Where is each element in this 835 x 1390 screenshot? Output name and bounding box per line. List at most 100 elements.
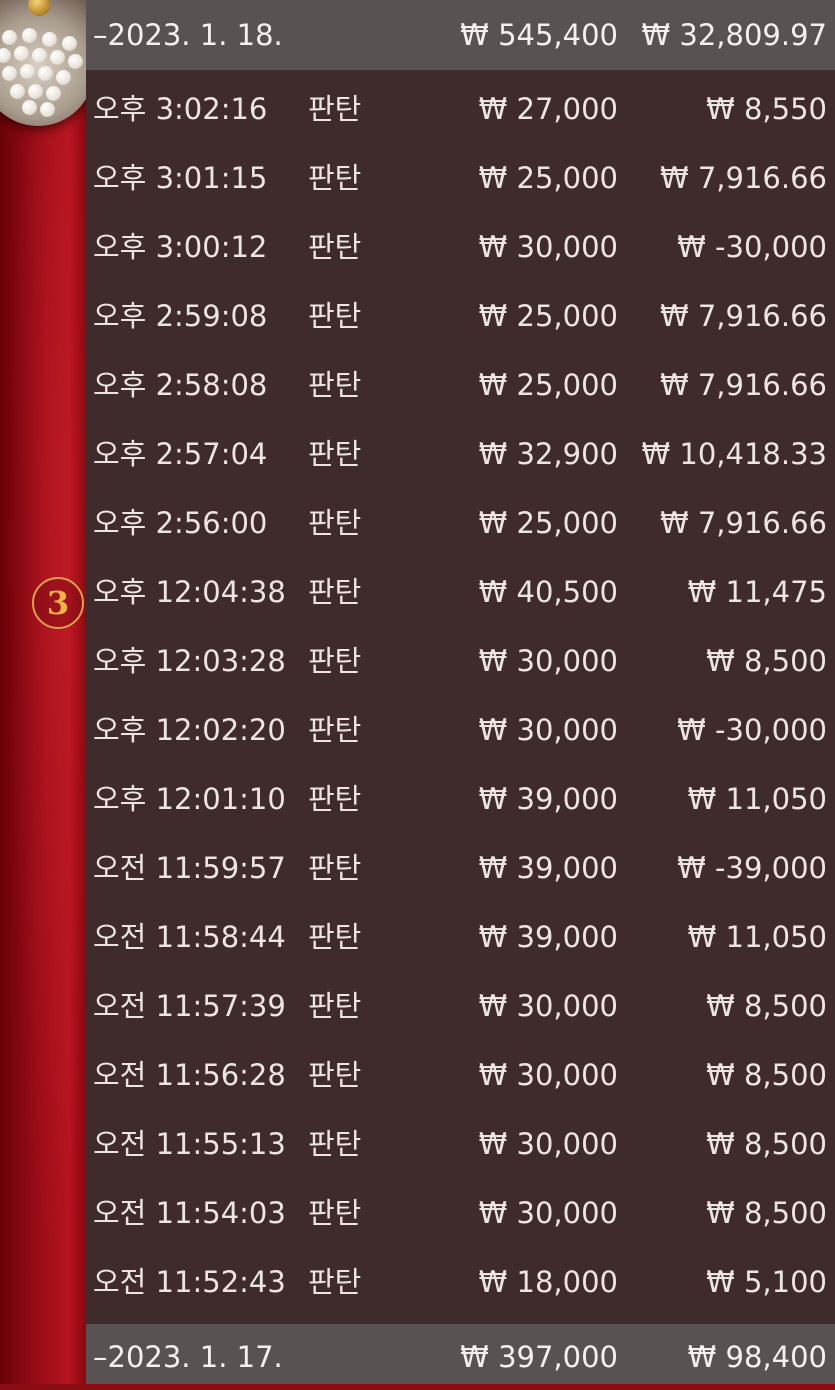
group-total-result: ₩ 32,809.97 [641, 18, 827, 52]
number-badge: 3 [32, 577, 84, 629]
row-type: 판탄 [308, 713, 362, 747]
transaction-row[interactable]: 오전 11:57:39 판탄 ₩ 30,000 ₩ 8,500 [86, 972, 835, 1041]
row-result: ₩ -30,000 [677, 230, 827, 264]
row-time: 오후 3:02:16 [93, 92, 268, 126]
transaction-row[interactable]: 오후 2:58:08 판탄 ₩ 25,000 ₩ 7,916.66 [86, 351, 835, 420]
row-time: 오전 11:55:13 [93, 1127, 286, 1161]
transaction-row[interactable]: 오전 11:52:43 판탄 ₩ 18,000 ₩ 5,100 [86, 1248, 835, 1317]
date-summary-row[interactable]: –2023. 1. 18. ₩ 545,400 ₩ 32,809.97 [86, 0, 835, 70]
row-amount: ₩ 25,000 [478, 161, 618, 195]
transaction-row[interactable]: 오후 2:56:00 판탄 ₩ 25,000 ₩ 7,916.66 [86, 489, 835, 558]
row-result: ₩ 11,050 [687, 920, 827, 954]
ball-icon [38, 66, 53, 81]
row-type: 판탄 [308, 230, 362, 264]
row-amount: ₩ 30,000 [478, 644, 618, 678]
transaction-row[interactable]: 오후 12:04:38 판탄 ₩ 40,500 ₩ 11,475 [86, 558, 835, 627]
transaction-row[interactable]: 오후 3:01:15 판탄 ₩ 25,000 ₩ 7,916.66 [86, 144, 835, 213]
row-result: ₩ 8,500 [706, 989, 827, 1023]
row-type: 판탄 [308, 1058, 362, 1092]
row-result: ₩ 8,500 [706, 1196, 827, 1230]
row-type: 판탄 [308, 368, 362, 402]
row-time: 오후 2:58:08 [93, 368, 268, 402]
row-amount: ₩ 40,500 [478, 575, 618, 609]
lottery-globe-image [0, 0, 94, 126]
background-panel [0, 0, 86, 1384]
transaction-row[interactable]: 오후 3:02:16 판탄 ₩ 27,000 ₩ 8,550 [86, 75, 835, 144]
ball-icon [2, 66, 17, 81]
transaction-row[interactable]: 오후 2:59:08 판탄 ₩ 25,000 ₩ 7,916.66 [86, 282, 835, 351]
row-amount: ₩ 30,000 [478, 1196, 618, 1230]
row-result: ₩ 11,050 [687, 782, 827, 816]
transaction-row[interactable]: 오전 11:55:13 판탄 ₩ 30,000 ₩ 8,500 [86, 1110, 835, 1179]
transaction-row[interactable]: 오전 11:54:03 판탄 ₩ 30,000 ₩ 8,500 [86, 1179, 835, 1248]
row-amount: ₩ 30,000 [478, 1127, 618, 1161]
ball-icon [42, 32, 57, 47]
row-result: ₩ 11,475 [687, 575, 827, 609]
globe-knob [28, 0, 50, 16]
transaction-row[interactable]: 오후 12:01:10 판탄 ₩ 39,000 ₩ 11,050 [86, 765, 835, 834]
ball-icon [50, 50, 65, 65]
row-result: ₩ 10,418.33 [641, 437, 827, 471]
ball-icon [22, 28, 37, 43]
transaction-list: –2023. 1. 18. ₩ 545,400 ₩ 32,809.97 오후 3… [86, 0, 835, 1384]
transaction-row[interactable]: 오전 11:58:44 판탄 ₩ 39,000 ₩ 11,050 [86, 903, 835, 972]
row-type: 판탄 [308, 851, 362, 885]
row-time: 오후 3:01:15 [93, 161, 268, 195]
transaction-row[interactable]: 오후 2:57:04 판탄 ₩ 32,900 ₩ 10,418.33 [86, 420, 835, 489]
row-type: 판탄 [308, 506, 362, 540]
row-result: ₩ 5,100 [706, 1265, 827, 1299]
row-result: ₩ -30,000 [677, 713, 827, 747]
ball-icon [68, 54, 83, 69]
ball-icon [62, 36, 77, 51]
date-summary-row[interactable]: –2023. 1. 17. ₩ 397,000 ₩ 98,400 [86, 1324, 835, 1384]
row-time: 오후 12:01:10 [93, 782, 286, 816]
row-result: ₩ 8,500 [706, 644, 827, 678]
transaction-row[interactable]: 오후 12:02:20 판탄 ₩ 30,000 ₩ -30,000 [86, 696, 835, 765]
row-time: 오후 12:04:38 [93, 575, 286, 609]
ball-icon [20, 64, 35, 79]
row-time: 오후 2:59:08 [93, 299, 268, 333]
row-amount: ₩ 27,000 [478, 92, 618, 126]
row-result: ₩ 8,500 [706, 1058, 827, 1092]
row-time: 오전 11:59:57 [93, 851, 286, 885]
row-amount: ₩ 18,000 [478, 1265, 618, 1299]
ball-icon [28, 84, 43, 99]
ball-icon [32, 48, 47, 63]
row-amount: ₩ 30,000 [478, 230, 618, 264]
transaction-row[interactable]: 오전 11:56:28 판탄 ₩ 30,000 ₩ 8,500 [86, 1041, 835, 1110]
row-type: 판탄 [308, 92, 362, 126]
group-date: –2023. 1. 18. [93, 18, 283, 52]
ball-icon [40, 102, 55, 117]
row-type: 판탄 [308, 644, 362, 678]
ball-icon [22, 100, 37, 115]
transaction-row[interactable]: 오후 3:00:12 판탄 ₩ 30,000 ₩ -30,000 [86, 213, 835, 282]
row-type: 판탄 [308, 161, 362, 195]
row-result: ₩ 7,916.66 [659, 368, 827, 402]
row-amount: ₩ 39,000 [478, 920, 618, 954]
row-type: 판탄 [308, 1196, 362, 1230]
row-time: 오후 12:02:20 [93, 713, 286, 747]
ball-icon [10, 84, 25, 99]
row-result: ₩ 7,916.66 [659, 299, 827, 333]
row-time: 오후 12:03:28 [93, 644, 286, 678]
row-result: ₩ 8,550 [706, 92, 827, 126]
ball-icon [0, 48, 11, 63]
ball-icon [56, 70, 71, 85]
transaction-row[interactable]: 오후 12:03:28 판탄 ₩ 30,000 ₩ 8,500 [86, 627, 835, 696]
group-total-result: ₩ 98,400 [687, 1340, 827, 1374]
row-amount: ₩ 32,900 [478, 437, 618, 471]
row-result: ₩ 7,916.66 [659, 506, 827, 540]
row-time: 오전 11:54:03 [93, 1196, 286, 1230]
row-type: 판탄 [308, 782, 362, 816]
row-result: ₩ 8,500 [706, 1127, 827, 1161]
row-amount: ₩ 39,000 [478, 782, 618, 816]
row-amount: ₩ 30,000 [478, 713, 618, 747]
group-total-amount: ₩ 397,000 [460, 1340, 618, 1374]
group-date: –2023. 1. 17. [93, 1340, 283, 1374]
row-time: 오전 11:52:43 [93, 1265, 286, 1299]
group-total-amount: ₩ 545,400 [460, 18, 618, 52]
row-type: 판탄 [308, 1265, 362, 1299]
row-amount: ₩ 25,000 [478, 368, 618, 402]
row-amount: ₩ 30,000 [478, 989, 618, 1023]
transaction-row[interactable]: 오전 11:59:57 판탄 ₩ 39,000 ₩ -39,000 [86, 834, 835, 903]
